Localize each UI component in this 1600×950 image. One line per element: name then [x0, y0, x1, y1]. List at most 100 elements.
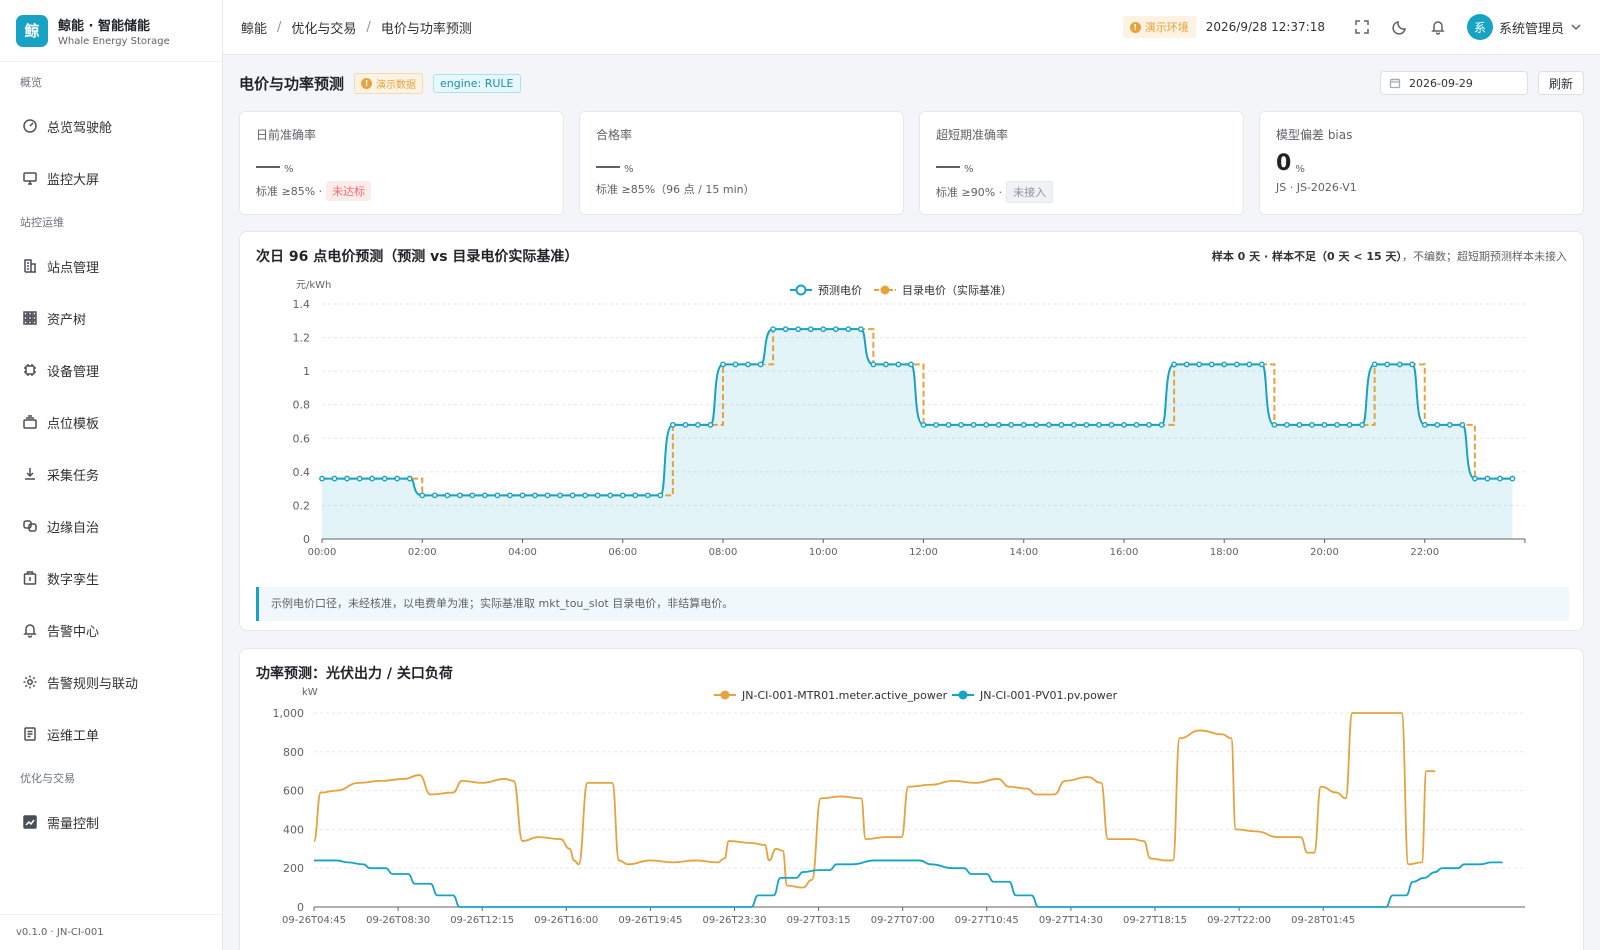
- forecast-point: [1459, 421, 1466, 428]
- forecast-point: [933, 421, 939, 428]
- sidebar-item[interactable]: 总览驾驶舱: [0, 102, 222, 150]
- legend-label-pv: JN-CI-001-PV01.pv.power: [979, 689, 1118, 702]
- x-tick-label: 09-27T10:45: [955, 915, 1019, 926]
- y-tick-label: 0.2: [293, 499, 311, 512]
- forecast-point: [344, 475, 350, 482]
- y-axis-label: kW: [302, 687, 318, 698]
- y-tick-label: 0.8: [293, 399, 311, 412]
- stat-title: 超短期准确率: [936, 128, 1009, 142]
- forecast-area: [322, 329, 1513, 539]
- sidebar-item[interactable]: 站点管理: [0, 242, 222, 290]
- sidebar-item[interactable]: 运维工单: [0, 710, 222, 758]
- y-tick-label: 0: [297, 901, 304, 914]
- bell-icon[interactable]: [1430, 19, 1446, 35]
- sidebar-item-label: 点位模板: [47, 416, 100, 432]
- chevron-down-icon[interactable]: [1570, 21, 1582, 33]
- sidebar-item[interactable]: 数字孪生: [0, 554, 222, 602]
- refresh-button[interactable]: 刷新: [1538, 71, 1584, 95]
- forecast-point: [883, 361, 889, 368]
- sidebar-item-label: 设备管理: [47, 364, 100, 380]
- sidebar-item[interactable]: 点位模板: [0, 398, 222, 446]
- chip-icon: [24, 364, 36, 376]
- legend-marker-meter: [720, 690, 730, 700]
- meter-power-line: [313, 712, 1436, 889]
- forecast-point: [682, 421, 689, 428]
- breadcrumb-separator: /: [366, 19, 371, 35]
- forecast-point: [820, 326, 827, 333]
- forecast-point: [569, 492, 576, 499]
- date-picker[interactable]: 2026-09-29: [1380, 71, 1528, 95]
- chart-icon: [23, 815, 37, 829]
- forecast-point: [1471, 475, 1478, 482]
- y-axis-label: 元/kWh: [296, 280, 331, 291]
- power-panel-title: 功率预测：光伏出力 / 关口负荷: [256, 666, 453, 682]
- main-content: 电价与功率预测 ! 演示数据 engine: RULE 2026-09-29 刷新…: [223, 55, 1600, 950]
- forecast-point: [845, 326, 852, 333]
- calendar-icon: [1389, 78, 1401, 89]
- breadcrumb-item-home[interactable]: 鲸能: [241, 18, 267, 37]
- grid-icon: [23, 311, 37, 325]
- forecast-point: [1409, 361, 1416, 368]
- forecast-point: [782, 326, 789, 333]
- forecast-point: [1396, 361, 1403, 368]
- brand[interactable]: 鲸 鲸能 · 智能储能 Whale Energy Storage: [0, 0, 222, 62]
- forecast-point: [695, 421, 701, 428]
- user-name[interactable]: 系统管理员: [1499, 18, 1564, 37]
- forecast-point: [1284, 421, 1290, 428]
- price-legend: 预测电价 目录电价（实际基准）: [790, 283, 1012, 297]
- stat-footnote: 标准 ≥85% ·: [256, 185, 323, 198]
- forecast-point: [419, 492, 426, 499]
- sidebar-item[interactable]: 设备管理: [0, 346, 222, 394]
- sidebar-item[interactable]: 边缘自治: [0, 502, 222, 550]
- demo-data-label: 演示数据: [376, 79, 417, 91]
- stat-unit: %: [964, 164, 974, 175]
- stat-title: 合格率: [596, 128, 633, 142]
- forecast-point: [406, 475, 413, 482]
- forecast-point: [1371, 361, 1378, 368]
- avatar[interactable]: 系: [1466, 14, 1493, 40]
- power-chart[interactable]: 0 200 400 600 800 1,000 kW 09-26T04:45 09-26T08:…: [240, 685, 1583, 950]
- stat-card: 超短期准确率 % 标准 ≥90% · 未接入: [919, 111, 1244, 215]
- fullscreen-icon[interactable]: [1354, 19, 1370, 35]
- sidebar-item[interactable]: 采集任务: [0, 450, 222, 498]
- forecast-point: [1334, 421, 1340, 428]
- forecast-point: [1033, 421, 1040, 428]
- sidebar-item[interactable]: 资产树: [0, 294, 222, 342]
- stat-unit: %: [624, 164, 634, 175]
- breadcrumb-item-section[interactable]: 优化与交易: [291, 18, 356, 37]
- sidebar-item-label: 运维工单: [47, 728, 100, 744]
- sidebar-item[interactable]: 监控大屏: [0, 154, 222, 202]
- forecast-point: [732, 361, 739, 368]
- building-icon: [24, 259, 36, 273]
- forecast-point: [1158, 421, 1165, 428]
- forecast-point: [381, 475, 388, 482]
- sidebar-item[interactable]: 告警中心: [0, 606, 222, 654]
- sidebar-nav: 概览 总览驾驶舱 监控大屏 站控运维 站点管理 资产树 设备管理 点位模板 采集任务 边缘自治 数字…: [0, 68, 222, 846]
- moon-icon[interactable]: [1392, 19, 1408, 35]
- x-tick-label: 22:00: [1410, 547, 1439, 558]
- sidebar-item-label: 总览驾驶舱: [47, 120, 113, 136]
- gear-icon: [23, 675, 37, 689]
- forecast-point: [594, 492, 601, 499]
- forecast-point: [369, 475, 376, 482]
- demo-data-tag: ! 演示数据: [354, 72, 424, 94]
- legend-marker-forecast: [795, 284, 807, 296]
- x-tick-label: 08:00: [709, 547, 738, 558]
- forecast-point: [1045, 421, 1052, 428]
- forecast-point: [983, 421, 990, 428]
- stat-footnote: JS · JS-2026-V1: [1276, 181, 1357, 194]
- link-icon: [23, 520, 37, 532]
- nav-group-label: 站控运维: [20, 216, 64, 229]
- legend-marker-catalogue: [880, 285, 890, 295]
- forecast-point: [1446, 421, 1453, 428]
- x-tick-label: 04:00: [508, 547, 537, 558]
- sidebar-item-label: 边缘自治: [47, 520, 100, 536]
- price-chart[interactable]: 0 0.2 0.4 0.6 0.8 1 1.2 1.4 元/kWh 00:00 02:00 04:00…: [240, 276, 1583, 576]
- x-tick-label: 18:00: [1210, 547, 1239, 558]
- y-tick-label: 0.6: [293, 432, 311, 445]
- sidebar-item[interactable]: 告警规则与联动: [0, 658, 222, 706]
- forecast-point: [1434, 421, 1441, 428]
- forecast-point: [920, 421, 927, 428]
- forecast-point: [482, 492, 488, 499]
- sidebar-item[interactable]: 需量控制: [0, 798, 222, 846]
